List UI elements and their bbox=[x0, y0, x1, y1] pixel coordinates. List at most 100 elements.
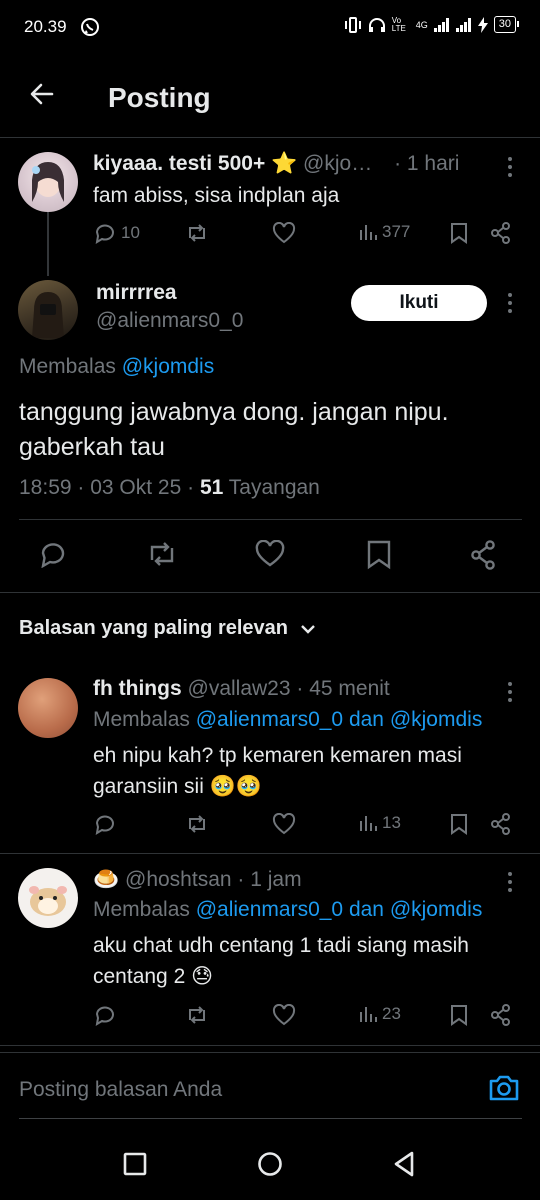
mention-link[interactable]: @alienmars0_0 dan @kjomdis bbox=[196, 898, 483, 921]
reply-button[interactable] bbox=[93, 1004, 117, 1026]
replying-to: Membalas @kjomdis bbox=[19, 355, 214, 379]
author-handle[interactable]: @hoshtsan bbox=[125, 868, 232, 891]
status-time: 20.39 bbox=[24, 17, 67, 36]
post-text-line-1: eh nipu kah? tp kemaren kemaren masi bbox=[93, 744, 462, 767]
reply-button[interactable]: 10 bbox=[93, 222, 140, 244]
post-text: eh nipu kah? tp kemaren kemaren masi gar… bbox=[93, 740, 462, 802]
post-text-line-2: gaberkah tau bbox=[19, 433, 165, 461]
repost-button[interactable] bbox=[146, 540, 178, 568]
share-button[interactable] bbox=[490, 1004, 512, 1026]
system-nav-bar bbox=[0, 1132, 540, 1200]
follow-button[interactable]: Ikuti bbox=[351, 285, 487, 321]
reply-sort-dropdown[interactable]: Balasan yang paling relevan bbox=[19, 617, 316, 640]
sort-label: Balasan yang paling relevan bbox=[19, 617, 288, 639]
bookmark-button[interactable] bbox=[449, 1004, 469, 1026]
input-underline bbox=[19, 1118, 522, 1119]
post-time: · 45 menit bbox=[296, 677, 390, 700]
heart-icon bbox=[272, 222, 296, 244]
analytics-icon bbox=[358, 1004, 378, 1024]
network-type-label: 4G bbox=[415, 19, 428, 30]
post-text: fam abiss, sisa indplan aja bbox=[93, 184, 340, 207]
mention-link[interactable]: @alienmars0_0 dan @kjomdis bbox=[196, 708, 483, 731]
repost-button[interactable] bbox=[185, 813, 209, 835]
more-options-icon[interactable] bbox=[503, 156, 517, 178]
author-name[interactable]: fh things bbox=[93, 677, 182, 700]
reply-input[interactable]: Posting balasan Anda bbox=[19, 1078, 222, 1102]
repost-button[interactable] bbox=[185, 1004, 209, 1026]
post-text-line-1: aku chat udh centang 1 tadi siang masih bbox=[93, 934, 469, 957]
divider bbox=[0, 853, 540, 854]
post-time: · 1 jam bbox=[237, 868, 302, 891]
recents-icon[interactable] bbox=[123, 1152, 147, 1176]
like-button[interactable] bbox=[272, 222, 296, 244]
post-time: · 1 hari bbox=[394, 152, 460, 175]
avatar[interactable] bbox=[18, 280, 78, 340]
author-handle[interactable]: @vallaw23 bbox=[188, 677, 291, 700]
share-button[interactable] bbox=[470, 540, 498, 570]
chevron-down-icon bbox=[300, 623, 316, 635]
divider bbox=[0, 592, 540, 593]
post-timestamp: 18:59 · 03 Okt 25 · bbox=[19, 476, 195, 499]
avatar[interactable] bbox=[18, 152, 78, 212]
avatar[interactable] bbox=[18, 678, 78, 738]
bookmark-button[interactable] bbox=[449, 813, 469, 835]
replying-prefix: Membalas bbox=[93, 898, 190, 921]
author-name[interactable]: mirrrrea bbox=[96, 281, 177, 305]
home-icon[interactable] bbox=[257, 1151, 283, 1177]
status-bar: 20.39 Vo LTE 4G 30 bbox=[0, 0, 540, 56]
post-meta: 18:59 · 03 Okt 25 · 51 Tayangan bbox=[19, 476, 320, 500]
mention-link[interactable]: @kjomdis bbox=[122, 355, 215, 378]
reply-button[interactable] bbox=[93, 813, 117, 835]
back-arrow-icon[interactable] bbox=[28, 80, 56, 108]
author-name[interactable]: kiyaaa. testi 500+ ⭐ bbox=[93, 152, 297, 175]
analytics-icon bbox=[358, 813, 378, 833]
repost-icon bbox=[185, 222, 209, 244]
share-button[interactable] bbox=[490, 813, 512, 835]
replying-prefix: Membalas bbox=[19, 355, 116, 378]
avatar[interactable] bbox=[18, 868, 78, 928]
analytics-icon bbox=[358, 222, 378, 242]
volte-label: Vo LTE bbox=[391, 15, 406, 33]
like-button[interactable] bbox=[272, 813, 296, 835]
views-button[interactable]: 13 bbox=[358, 813, 401, 833]
reply-button[interactable] bbox=[38, 540, 68, 568]
like-button[interactable] bbox=[272, 1004, 296, 1026]
views-count: 23 bbox=[382, 1004, 401, 1023]
views-button[interactable]: 23 bbox=[358, 1004, 401, 1024]
share-button[interactable] bbox=[490, 222, 512, 244]
post-text: aku chat udh centang 1 tadi siang masih … bbox=[93, 930, 469, 992]
views-count: 51 bbox=[199, 476, 224, 499]
author-handle[interactable]: @kjo… bbox=[303, 152, 372, 175]
more-options-icon[interactable] bbox=[503, 871, 517, 893]
post-text-line-2: centang 2 😓 bbox=[93, 965, 213, 988]
more-options-icon[interactable] bbox=[503, 681, 517, 703]
charging-icon bbox=[477, 16, 488, 33]
whatsapp-icon bbox=[80, 17, 100, 37]
more-options-icon[interactable] bbox=[503, 292, 517, 314]
camera-icon[interactable] bbox=[488, 1074, 520, 1102]
repost-button[interactable] bbox=[185, 222, 209, 244]
post-text-line-2: garansiin sii 🥹🥹 bbox=[93, 775, 263, 798]
bookmark-button[interactable] bbox=[366, 540, 392, 570]
signal-icon-2 bbox=[455, 17, 472, 32]
divider bbox=[19, 519, 522, 520]
bookmark-icon bbox=[449, 222, 469, 244]
views-label: Tayangan bbox=[228, 476, 320, 499]
signal-icon bbox=[433, 17, 450, 32]
divider bbox=[0, 1045, 540, 1046]
top-app-bar: Posting bbox=[0, 68, 540, 128]
views-button[interactable]: 377 bbox=[358, 222, 410, 242]
views-count: 377 bbox=[382, 222, 411, 241]
author-handle[interactable]: @alienmars0_0 bbox=[96, 309, 243, 333]
back-nav-icon[interactable] bbox=[392, 1150, 416, 1178]
share-icon bbox=[490, 222, 512, 244]
bookmark-button[interactable] bbox=[449, 222, 469, 244]
like-button[interactable] bbox=[255, 540, 285, 568]
divider bbox=[0, 1052, 540, 1053]
author-name[interactable]: 🍮 bbox=[93, 868, 119, 891]
replying-prefix: Membalas bbox=[93, 708, 190, 731]
replying-to: Membalas @alienmars0_0 dan @kjomdis bbox=[93, 708, 482, 732]
reply-icon bbox=[93, 222, 117, 244]
post-text: tanggung jawabnya dong. jangan nipu. gab… bbox=[19, 395, 449, 465]
thread-connector-line bbox=[47, 212, 49, 276]
